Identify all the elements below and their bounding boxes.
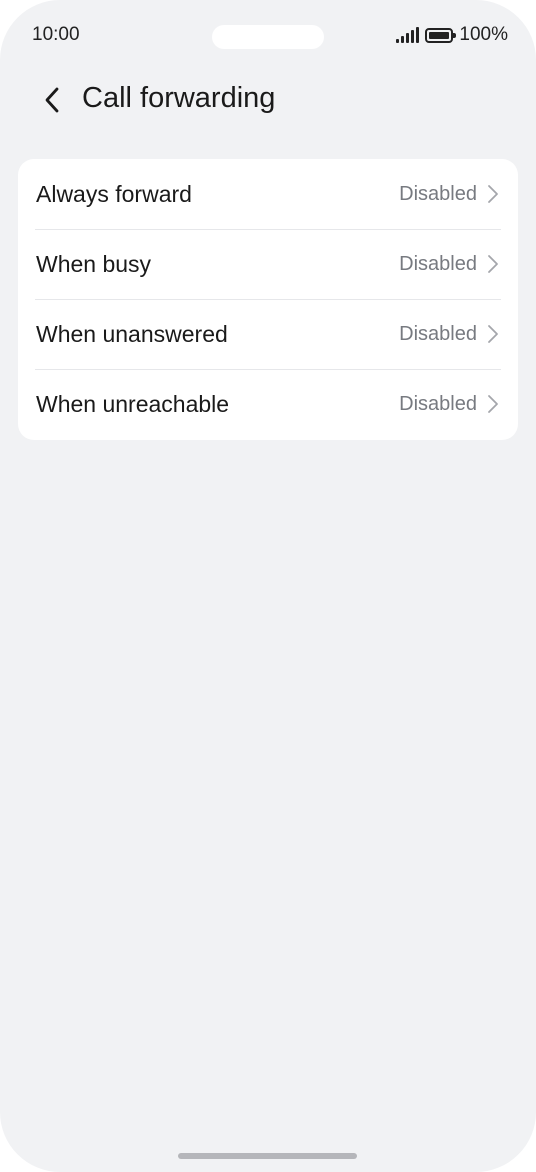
list-item-always-forward[interactable]: Always forward Disabled [18, 159, 518, 229]
list-item-when-unanswered[interactable]: When unanswered Disabled [18, 299, 518, 369]
header: Call forwarding [0, 72, 536, 132]
forwarding-options-list: Always forward Disabled When busy Disabl… [18, 159, 518, 440]
chevron-right-icon [486, 183, 500, 205]
chevron-left-icon [45, 87, 59, 113]
battery-percentage: 100% [459, 24, 508, 45]
page-title: Call forwarding [82, 82, 276, 114]
list-item-label: When busy [36, 250, 152, 277]
list-item-value: Disabled [399, 322, 477, 345]
list-item-value: Disabled [399, 392, 477, 415]
list-item-label: When unreachable [36, 390, 230, 417]
chevron-right-icon [486, 253, 500, 275]
home-indicator[interactable] [178, 1153, 357, 1159]
status-time: 10:00 [32, 24, 80, 45]
signal-icon [396, 27, 420, 43]
phone-screen: 10:00 100% Call forwarding Always forwar… [0, 0, 536, 1172]
camera-pill [212, 25, 324, 49]
list-item-when-busy[interactable]: When busy Disabled [18, 229, 518, 299]
back-button[interactable] [32, 80, 72, 120]
chevron-right-icon [486, 393, 500, 415]
battery-icon [425, 27, 457, 43]
list-item-when-unreachable[interactable]: When unreachable Disabled [18, 369, 518, 439]
list-item-value: Disabled [399, 182, 477, 205]
chevron-right-icon [486, 323, 500, 345]
list-item-label: Always forward [36, 180, 192, 207]
list-item-value: Disabled [399, 252, 477, 275]
list-item-label: When unanswered [36, 320, 228, 347]
status-indicators: 100% [396, 24, 508, 46]
status-bar: 10:00 100% [0, 0, 536, 72]
